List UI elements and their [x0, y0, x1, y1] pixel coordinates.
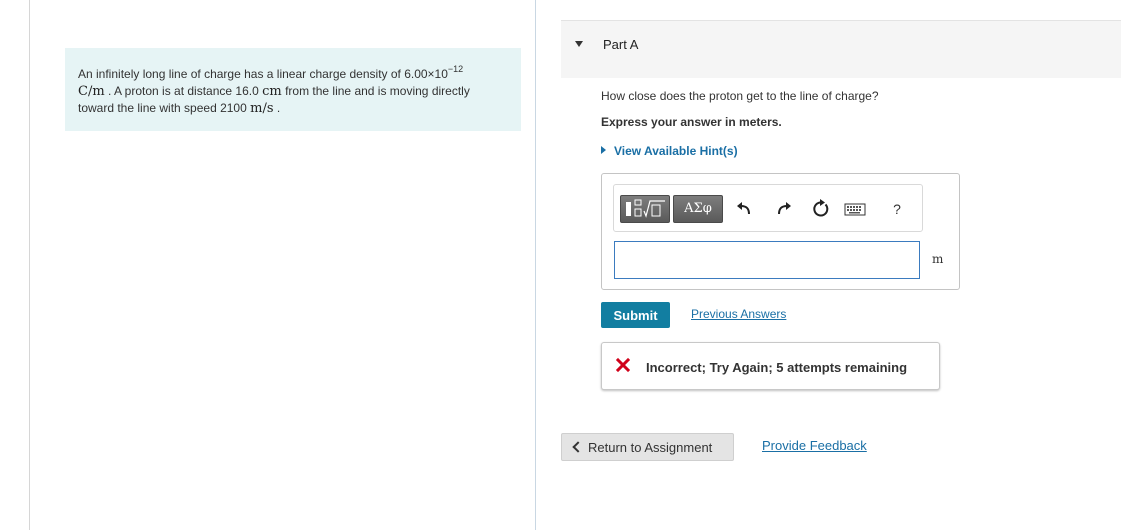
- view-hints-link[interactable]: View Available Hint(s): [601, 144, 738, 158]
- part-a-header[interactable]: Part A: [561, 20, 1121, 78]
- undo-icon[interactable]: [734, 198, 756, 220]
- feedback-text: Incorrect; Try Again; 5 attempts remaini…: [646, 360, 908, 375]
- part-title: Part A: [603, 37, 639, 52]
- return-to-assignment-button[interactable]: Return to Assignment: [561, 433, 734, 461]
- answer-instructions: Express your answer in meters.: [601, 115, 782, 129]
- x-icon: [616, 357, 630, 373]
- expand-caret-icon: [601, 146, 606, 154]
- reset-icon[interactable]: [810, 198, 832, 220]
- left-divider: [29, 0, 30, 530]
- answer-unit: m: [932, 252, 944, 266]
- help-icon[interactable]: ?: [886, 198, 908, 220]
- answer-box: ΑΣφ ? m: [601, 173, 960, 290]
- problem-statement: An infinitely long line of charge has a …: [65, 48, 521, 131]
- greek-symbols-button[interactable]: ΑΣφ: [673, 195, 723, 223]
- keyboard-icon[interactable]: [844, 198, 866, 220]
- question-text: How close does the proton get to the lin…: [601, 89, 879, 103]
- answer-input[interactable]: [614, 241, 920, 279]
- redo-icon[interactable]: [772, 198, 794, 220]
- provide-feedback-link[interactable]: Provide Feedback: [762, 438, 867, 453]
- template-icon: [626, 199, 665, 218]
- math-toolbar: ΑΣφ ?: [613, 184, 923, 232]
- center-divider: [535, 0, 536, 530]
- submit-button[interactable]: Submit: [601, 302, 670, 328]
- collapse-caret-icon[interactable]: [575, 41, 583, 47]
- chevron-left-icon: [572, 440, 584, 453]
- previous-answers-link[interactable]: Previous Answers: [691, 307, 786, 321]
- template-button[interactable]: [620, 195, 670, 223]
- feedback-box: Incorrect; Try Again; 5 attempts remaini…: [601, 342, 940, 390]
